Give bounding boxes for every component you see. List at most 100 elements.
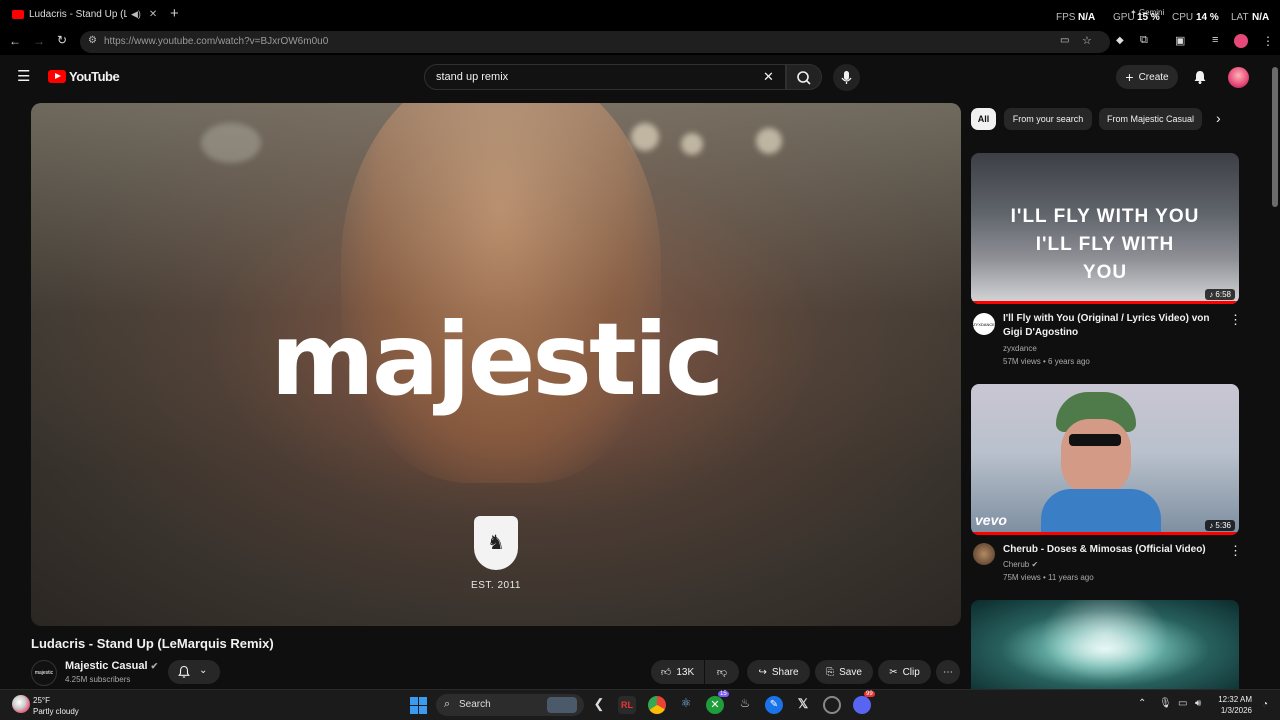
thumbs-up-icon: 👍︎ bbox=[660, 667, 672, 678]
notification-center-icon[interactable]: ◔ bbox=[1262, 699, 1268, 710]
youtube-logo[interactable]: YouTube bbox=[48, 69, 120, 84]
weather-icon[interactable] bbox=[12, 695, 30, 713]
recommendation-meta: 57M views • 6 years ago bbox=[1003, 357, 1090, 366]
chips-next-chevron-icon[interactable]: › bbox=[1216, 110, 1221, 126]
chip-from-your-search[interactable]: From your search bbox=[1004, 108, 1092, 130]
channel-name-text[interactable]: Majestic Casual bbox=[65, 660, 148, 672]
hamburger-menu-icon[interactable]: ☰ bbox=[17, 67, 30, 85]
browser-tab[interactable]: Ludacris - Stand Up (LeMar ◀) ✕ bbox=[6, 4, 164, 24]
app-rl-icon[interactable]: RL bbox=[618, 696, 636, 714]
search-input[interactable]: stand up remix ✕ bbox=[424, 64, 786, 90]
save-button[interactable]: ⎘ Save bbox=[815, 660, 873, 684]
channel-avatar-text: ZYXDANCE bbox=[973, 321, 995, 327]
forward-icon[interactable]: → bbox=[33, 34, 45, 48]
verified-icon: ✔ bbox=[150, 661, 159, 671]
scrollbar-thumb[interactable] bbox=[1272, 67, 1278, 207]
duration-text: 5:36 bbox=[1215, 521, 1231, 530]
new-tab-icon[interactable]: + bbox=[170, 5, 179, 22]
weather-widget[interactable]: 25°F Partly cloudy bbox=[33, 695, 79, 717]
channel-text[interactable]: Cherub bbox=[1003, 560, 1029, 569]
cast-icon[interactable]: ▭ bbox=[1060, 35, 1069, 46]
sidepanel-icon[interactable]: ▣ bbox=[1175, 34, 1185, 47]
channel-name[interactable]: Majestic Casual ✔ bbox=[65, 660, 158, 672]
bokeh-light bbox=[681, 133, 703, 155]
site-info-icon[interactable]: ⚙ bbox=[88, 35, 97, 46]
tray-mic-icon[interactable]: 🎙︎ bbox=[1159, 698, 1172, 709]
voice-search-button[interactable] bbox=[833, 64, 860, 91]
react-app-icon[interactable]: ⚛ bbox=[677, 696, 695, 714]
address-bar[interactable]: ⚙ https://www.youtube.com/watch?v=BJxrOW… bbox=[80, 31, 1110, 53]
chip-all[interactable]: All bbox=[971, 108, 996, 130]
search-query[interactable]: stand up remix bbox=[436, 71, 508, 83]
recommendation-thumbnail[interactable]: I'LL FLY WITH YOU I'LL FLY WITH YOU ♪ 6:… bbox=[971, 153, 1239, 304]
share-button[interactable]: ↪ Share bbox=[747, 660, 810, 684]
windows-start-icon[interactable] bbox=[410, 697, 427, 714]
back-icon[interactable]: ← bbox=[9, 34, 21, 48]
tray-volume-icon[interactable]: 🔊︎ bbox=[1195, 698, 1201, 709]
tab-close-icon[interactable]: ✕ bbox=[149, 9, 157, 20]
search-button[interactable] bbox=[786, 64, 822, 90]
recommendation-meta: 75M views • 11 years ago bbox=[1003, 573, 1094, 582]
youtube-header: ☰ YouTube stand up remix ✕ + Create bbox=[0, 55, 1270, 99]
media-icon[interactable]: ≡ bbox=[1212, 34, 1218, 46]
tray-network-icon[interactable]: ▭ bbox=[1178, 698, 1187, 709]
recommendation-title[interactable]: I'll Fly with You (Original / Lyrics Vid… bbox=[1003, 312, 1221, 340]
like-count: 13K bbox=[676, 666, 695, 678]
xbox-icon[interactable]: ✕ bbox=[706, 696, 724, 714]
edit-app-icon[interactable]: ✎ bbox=[765, 696, 783, 714]
dislike-button[interactable]: 👎︎ bbox=[705, 660, 739, 684]
tab-audio-icon[interactable]: ◀) bbox=[131, 9, 141, 20]
taskbar-clock[interactable]: 12:32 AM 1/3/2026 bbox=[1212, 694, 1252, 716]
recommendation-thumbnail[interactable] bbox=[971, 600, 1239, 689]
like-button[interactable]: 👍︎ 13K bbox=[651, 660, 704, 684]
taskbar-search[interactable]: ⌕ Search bbox=[436, 694, 584, 716]
page-scrollbar[interactable] bbox=[1270, 55, 1280, 689]
logo-text: YouTube bbox=[69, 69, 120, 84]
xbox-badge: 15 bbox=[718, 691, 729, 697]
browser-tab-bar: Ludacris - Stand Up (LeMar ◀) ✕ + ✦ Gemi… bbox=[0, 0, 1280, 29]
steam-icon[interactable]: ♨ bbox=[736, 696, 754, 714]
browser-menu-icon[interactable]: ⋮ bbox=[1262, 34, 1274, 48]
channel-avatar[interactable]: majestic bbox=[31, 660, 57, 686]
extension-icon[interactable]: ◆ bbox=[1116, 35, 1124, 46]
discord-icon[interactable] bbox=[853, 696, 871, 714]
recommendation-title[interactable]: Cherub - Doses & Mimosas (Official Video… bbox=[1003, 543, 1221, 557]
more-vertical-icon[interactable]: ⋮ bbox=[1229, 312, 1242, 328]
more-vertical-icon[interactable]: ⋮ bbox=[1229, 543, 1242, 559]
chip-from-channel[interactable]: From Majestic Casual bbox=[1099, 108, 1202, 130]
more-actions-button[interactable]: ⋯ bbox=[936, 660, 960, 684]
notifications-bell-icon[interactable] bbox=[1192, 69, 1208, 85]
copilot-icon[interactable]: ❮ bbox=[590, 696, 608, 714]
est-text: EST. 2011 bbox=[471, 580, 521, 591]
recommendation-thumbnail[interactable]: vevo ♪ 5:36 bbox=[971, 384, 1239, 535]
puzzle-icon[interactable]: ⧉ bbox=[1140, 34, 1148, 47]
url-text[interactable]: https://www.youtube.com/watch?v=BJxrOW6m… bbox=[104, 36, 328, 47]
clip-label: Clip bbox=[902, 666, 920, 678]
chrome-icon[interactable] bbox=[648, 696, 666, 714]
channel-avatar[interactable]: ZYXDANCE bbox=[973, 313, 995, 335]
profile-icon[interactable] bbox=[1234, 34, 1248, 48]
xtool-icon[interactable]: 𝕏 bbox=[794, 696, 812, 714]
weather-temp: 25°F bbox=[33, 696, 50, 705]
video-player[interactable]: majestic ♞ EST. 2011 bbox=[31, 103, 961, 626]
bell-icon bbox=[178, 665, 190, 678]
clear-search-icon[interactable]: ✕ bbox=[763, 69, 774, 85]
cpu-label: CPU bbox=[1172, 12, 1194, 23]
recommendation-channel[interactable]: zyxdance bbox=[1003, 343, 1037, 354]
settings-gear-icon[interactable] bbox=[823, 696, 841, 714]
thumbnail-text: I'LL FLY WITH YOU I'LL FLY WITH YOU bbox=[971, 203, 1239, 287]
user-avatar[interactable] bbox=[1228, 67, 1249, 88]
tray-chevron-up-icon[interactable]: ⌃ bbox=[1138, 698, 1146, 709]
bokeh-light bbox=[756, 128, 782, 154]
reload-icon[interactable]: ↻ bbox=[57, 33, 67, 47]
subscribed-bell-button[interactable]: ⌄ bbox=[168, 660, 220, 684]
youtube-favicon-icon bbox=[12, 9, 24, 19]
thumbs-down-icon: 👎︎ bbox=[716, 667, 728, 678]
bookmark-star-icon[interactable]: ☆ bbox=[1082, 34, 1092, 47]
create-button[interactable]: + Create bbox=[1116, 65, 1178, 89]
more-horizontal-icon: ⋯ bbox=[943, 666, 953, 678]
create-label: Create bbox=[1138, 71, 1169, 83]
recommendation-channel[interactable]: Cherub ✔ bbox=[1003, 559, 1038, 570]
channel-avatar[interactable] bbox=[973, 543, 995, 565]
clip-button[interactable]: ✂ Clip bbox=[878, 660, 931, 684]
